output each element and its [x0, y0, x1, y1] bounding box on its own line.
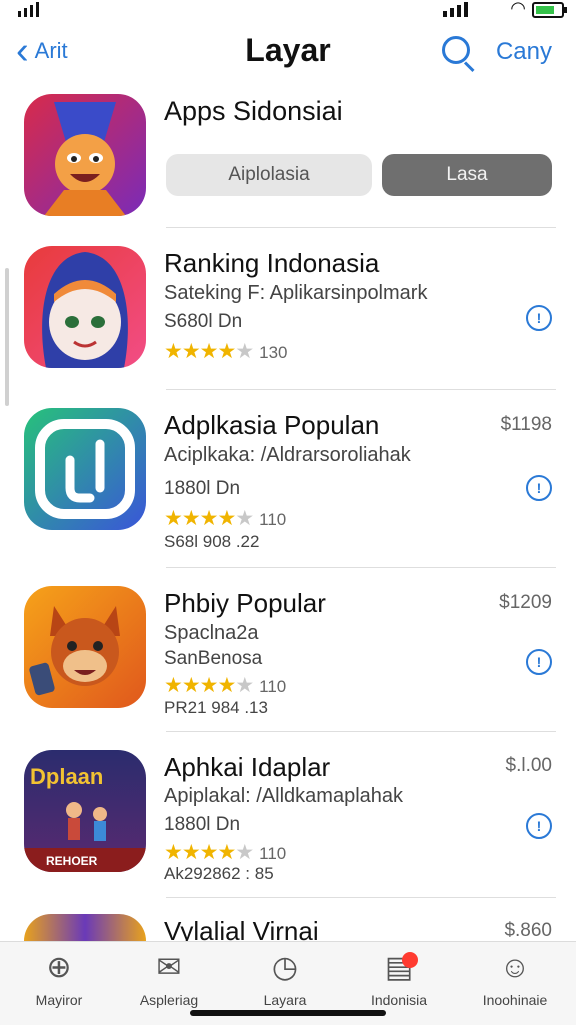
divider — [166, 897, 556, 898]
segment-lasa[interactable]: Lasa — [382, 154, 552, 196]
rating-count: 110 — [259, 677, 287, 696]
divider — [166, 567, 556, 568]
app-name[interactable]: Phbiy Popular — [164, 588, 326, 619]
app-subtitle: Apiplakal: /Alldkamaplahak — [164, 785, 404, 807]
tab-inoohinaie[interactable]: ☺ Inoohinaie — [460, 950, 570, 1008]
divider — [166, 389, 556, 390]
icon-text: REHOER — [46, 854, 98, 868]
app-name[interactable]: Aphkai Idaplar — [164, 752, 330, 783]
tab-label: Inoohinaie — [482, 992, 548, 1008]
app-icon-header[interactable] — [24, 94, 146, 216]
app-name[interactable]: Ranking Indonasia — [164, 248, 379, 279]
app-icon-vylalial[interactable] — [24, 914, 146, 941]
compass-icon: ⊕ — [46, 951, 72, 984]
tab-label: Mayiror — [35, 992, 83, 1008]
header-title: Apps Sidonsiai — [164, 96, 343, 126]
nav-right-button[interactable]: Cany — [496, 38, 552, 66]
rating-count: 110 — [259, 510, 287, 529]
app-meta: S680l Dn — [164, 311, 243, 332]
signal-icon — [18, 2, 39, 17]
star-rating: ★★★★★ 130 — [164, 340, 288, 363]
tab-indonisia[interactable]: ▤ Indonisia — [344, 950, 454, 1008]
app-meta: 1880l Dn — [164, 478, 241, 499]
person-icon: ☺ — [499, 951, 531, 984]
app-icon-adplkasia[interactable] — [24, 408, 146, 530]
app-subtitle: Aciplkaka: /Aldrarsoroliahak — [164, 444, 411, 466]
info-icon[interactable]: ! — [526, 305, 552, 331]
tab-label: Indonisia — [370, 992, 428, 1008]
divider — [166, 227, 556, 228]
scroll-indicator[interactable] — [5, 268, 9, 406]
tab-mayiror[interactable]: ⊕ Mayiror — [4, 950, 114, 1008]
divider — [166, 731, 556, 732]
info-icon[interactable]: ! — [526, 813, 552, 839]
app-price[interactable]: $.l.00 — [506, 755, 552, 777]
status-bar: ◠ — [0, 0, 576, 22]
app-meta-secondary: PR21 984 .13 — [164, 698, 268, 717]
star-rating: ★★★★★ 110 — [164, 674, 287, 697]
tab-aspleriag[interactable]: ✉ Aspleriag — [114, 950, 224, 1008]
page-title: Layar — [245, 32, 331, 68]
home-indicator — [190, 1010, 386, 1016]
cellular-icon — [443, 2, 468, 17]
app-subtitle: Spaclna2a — [164, 622, 259, 644]
app-icon-aphkai[interactable]: Dplaan REHOER — [24, 750, 146, 872]
wifi-icon: ◠ — [510, 0, 526, 18]
calendar-icon: ▤ — [384, 951, 414, 984]
icon-text: Dplaan — [30, 764, 103, 789]
star-rating: ★★★★★ 110 — [164, 841, 287, 864]
app-price[interactable]: $.860 — [504, 920, 552, 942]
info-icon[interactable]: ! — [526, 649, 552, 675]
search-icon[interactable] — [442, 36, 470, 64]
messages-icon: ✉ — [156, 951, 182, 984]
clock-icon: ◷ — [271, 951, 299, 984]
app-meta-secondary: Ak292862 : 85 — [164, 864, 274, 883]
tab-layara[interactable]: ◷ Layara — [230, 950, 340, 1008]
app-meta: SanBenosa — [164, 648, 263, 669]
star-rating: ★★★★★ 110 — [164, 507, 287, 530]
app-meta-secondary: S68l 908 .22 — [164, 532, 260, 551]
notification-badge — [402, 952, 418, 968]
app-icon-phbiy[interactable] — [24, 586, 146, 708]
navigation-bar: ‹ Arit Layar Cany — [0, 24, 576, 86]
app-meta: 1880l Dn — [164, 814, 241, 835]
battery-icon — [532, 2, 567, 18]
app-price[interactable]: $1198 — [501, 414, 552, 436]
tab-label: Aspleriag — [139, 992, 199, 1008]
rating-count: 130 — [259, 343, 288, 362]
segment-aiplolasia[interactable]: Aiplolasia — [166, 154, 372, 196]
rating-count: 110 — [259, 844, 287, 863]
app-subtitle: Sateking F: Aplikarsinpolmark — [164, 282, 428, 304]
app-name[interactable]: Adplkasia Populan — [164, 410, 379, 441]
app-price[interactable]: $1209 — [499, 592, 552, 614]
info-icon[interactable]: ! — [526, 475, 552, 501]
app-icon-ranking[interactable] — [24, 246, 146, 368]
tab-label: Layara — [263, 992, 307, 1008]
